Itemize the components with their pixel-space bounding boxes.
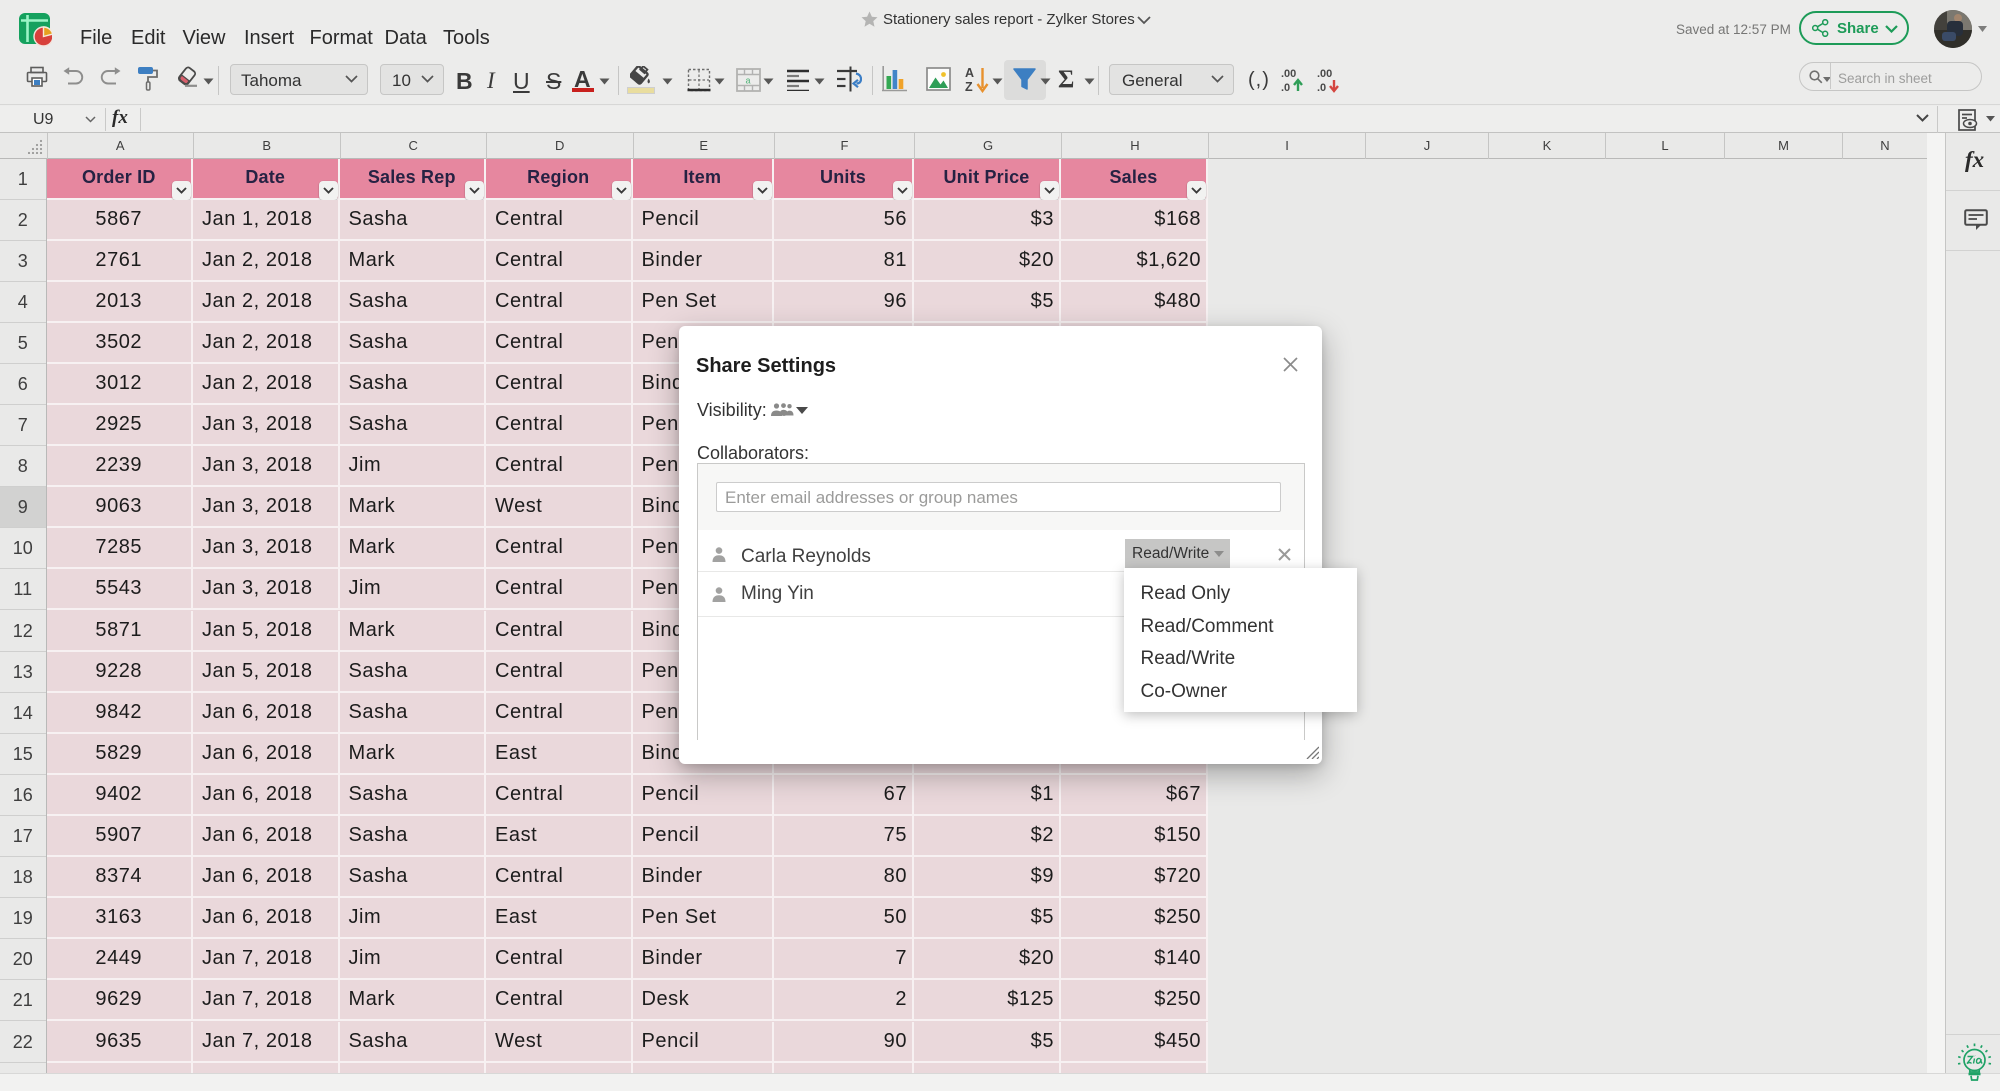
svg-text:a: a (746, 76, 751, 86)
svg-text:.0: .0 (1281, 82, 1290, 93)
svg-text:.00: .00 (1281, 68, 1296, 80)
svg-text:.0: .0 (1317, 82, 1326, 93)
svg-text:Z: Z (965, 80, 973, 93)
svg-text:A: A (965, 66, 974, 80)
svg-text:.00: .00 (1317, 68, 1332, 80)
